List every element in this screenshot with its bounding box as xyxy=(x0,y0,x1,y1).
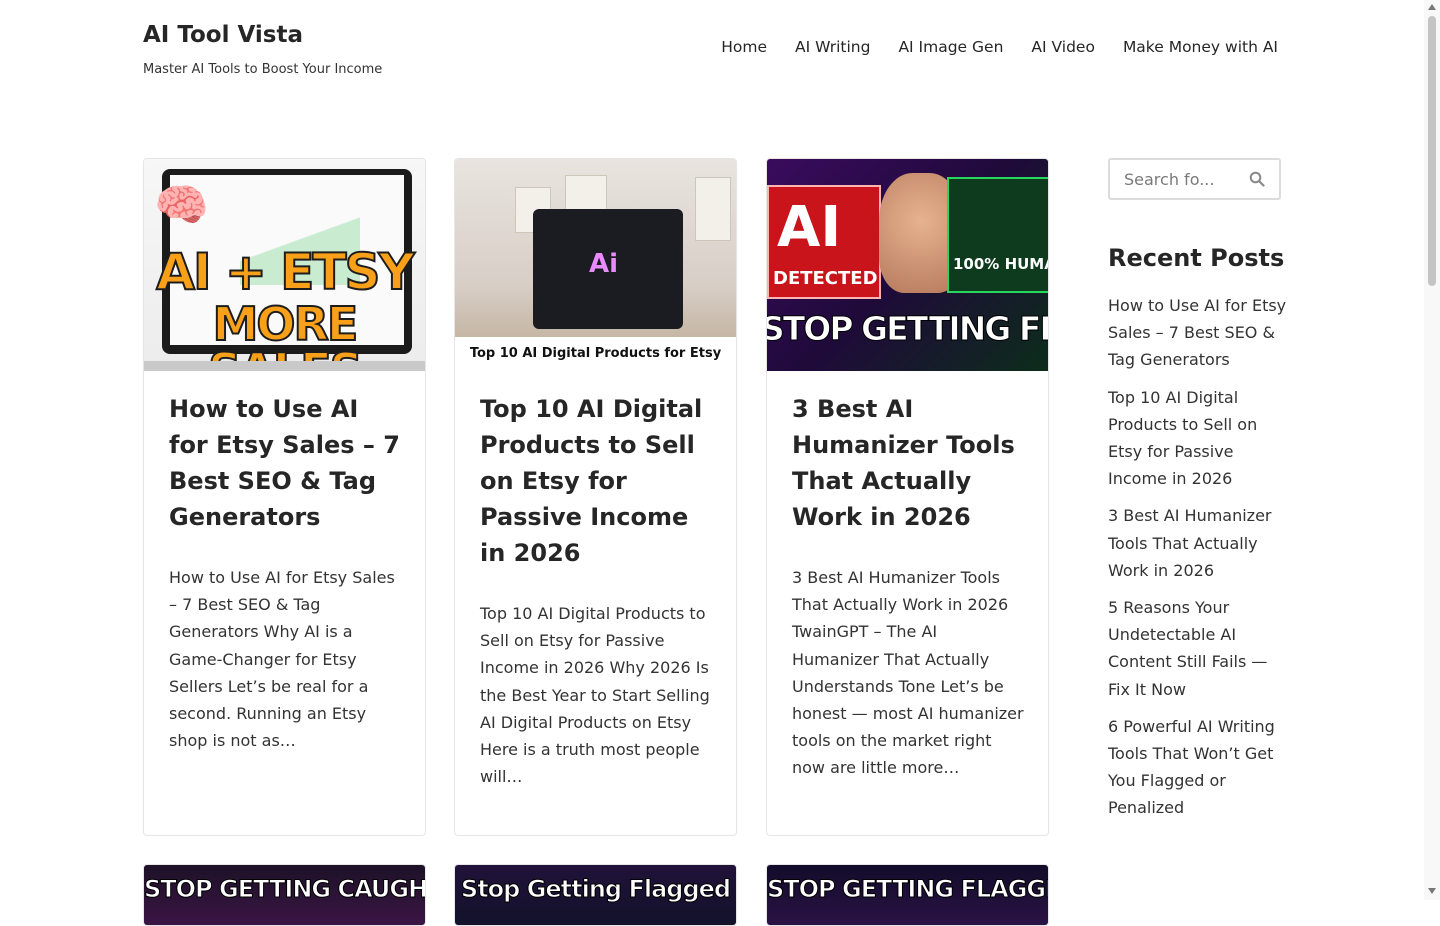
list-item: 6 Powerful AI Writing Tools That Won’t G… xyxy=(1108,713,1288,822)
recent-posts-list: How to Use AI for Etsy Sales – 7 Best SE… xyxy=(1108,292,1288,832)
brain-icon: 🧠 xyxy=(154,180,209,231)
post-thumbnail[interactable]: STOP GETTING CAUGHT xyxy=(144,865,425,925)
post-title[interactable]: 3 Best AI Humanizer Tools That Actually … xyxy=(792,391,1028,535)
search-input[interactable] xyxy=(1122,169,1251,190)
scroll-up-arrow-icon[interactable] xyxy=(1428,4,1436,10)
nav-item-ai-video[interactable]: AI Video xyxy=(1031,38,1095,56)
recent-post-link[interactable]: 6 Powerful AI Writing Tools That Won’t G… xyxy=(1108,717,1275,818)
thumb-caption: Top 10 AI Digital Products for Etsy 2026 xyxy=(455,337,736,371)
laptop-graphic: Ai xyxy=(533,209,683,329)
recent-post-link[interactable]: How to Use AI for Etsy Sales – 7 Best SE… xyxy=(1108,296,1286,369)
laptop-base xyxy=(144,361,425,371)
thumb-caption: STOP GETTING CAUGHT xyxy=(144,875,425,904)
primary-nav: Home AI Writing AI Image Gen AI Video Ma… xyxy=(721,38,1278,56)
nav-item-ai-writing[interactable]: AI Writing xyxy=(795,38,870,56)
post-thumbnail[interactable]: Stop Getting Flagged xyxy=(455,865,736,925)
scrollbar-thumb[interactable] xyxy=(1428,16,1436,286)
detected-label: DETECTED xyxy=(773,268,878,289)
wall-art xyxy=(695,177,731,241)
thumb-caption: STOP GETTING FLAGGED xyxy=(767,309,1048,349)
thumb-caption: Stop Getting Flagged xyxy=(460,875,731,904)
search-icon[interactable] xyxy=(1249,171,1265,187)
post-title[interactable]: Top 10 AI Digital Products to Sell on Et… xyxy=(480,391,716,571)
recent-post-link[interactable]: Top 10 AI Digital Products to Sell on Et… xyxy=(1108,388,1257,489)
ai-detected-badge: AI DETECTED xyxy=(767,185,881,299)
page-scrollbar[interactable] xyxy=(1424,0,1440,900)
post-card: Ai Top 10 AI Digital Products for Etsy 2… xyxy=(454,158,737,836)
list-item: How to Use AI for Etsy Sales – 7 Best SE… xyxy=(1108,292,1288,374)
human-score-panel: 100% HUMAN xyxy=(947,177,1048,293)
post-card: STOP GETTING FLAGGED! xyxy=(766,864,1049,926)
list-item: Top 10 AI Digital Products to Sell on Et… xyxy=(1108,384,1288,493)
recent-post-link[interactable]: 5 Reasons Your Undetectable AI Content S… xyxy=(1108,598,1267,699)
ai-logo: Ai xyxy=(589,249,619,279)
site-title[interactable]: AI Tool Vista xyxy=(143,22,303,48)
post-card: 🧠 AI + ETSY MORE SALES How to Use AI for… xyxy=(143,158,426,836)
recent-post-link[interactable]: 3 Best AI Humanizer Tools That Actually … xyxy=(1108,506,1272,579)
post-title[interactable]: How to Use AI for Etsy Sales – 7 Best SE… xyxy=(169,391,405,535)
post-thumbnail[interactable]: AI DETECTED 100% HUMAN STOP GETTING FLAG… xyxy=(767,159,1048,371)
post-card: AI DETECTED 100% HUMAN STOP GETTING FLAG… xyxy=(766,158,1049,836)
post-thumbnail[interactable]: 🧠 AI + ETSY MORE SALES xyxy=(144,159,425,371)
recent-posts-heading: Recent Posts xyxy=(1108,244,1285,272)
post-thumbnail[interactable]: STOP GETTING FLAGGED! xyxy=(767,865,1048,925)
post-excerpt: Top 10 AI Digital Products to Sell on Et… xyxy=(480,604,710,787)
site-tagline: Master AI Tools to Boost Your Income xyxy=(143,62,383,77)
scroll-down-arrow-icon[interactable] xyxy=(1428,888,1436,894)
post-card: Stop Getting Flagged xyxy=(454,864,737,926)
nav-item-ai-image-gen[interactable]: AI Image Gen xyxy=(898,38,1003,56)
thumb-caption: STOP GETTING FLAGGED! xyxy=(767,875,1048,904)
list-item: 5 Reasons Your Undetectable AI Content S… xyxy=(1108,594,1288,703)
thumb-headline: AI + ETSY xyxy=(155,243,416,301)
nav-item-make-money[interactable]: Make Money with AI xyxy=(1123,38,1278,56)
human-score-label: 100% HUMAN xyxy=(953,255,1048,273)
nav-item-home[interactable]: Home xyxy=(721,38,767,56)
post-card: STOP GETTING CAUGHT xyxy=(143,864,426,926)
post-excerpt: 3 Best AI Humanizer Tools That Actually … xyxy=(792,568,1024,778)
post-thumbnail[interactable]: Ai Top 10 AI Digital Products for Etsy 2… xyxy=(455,159,736,371)
post-excerpt: How to Use AI for Etsy Sales – 7 Best SE… xyxy=(169,568,395,751)
list-item: 3 Best AI Humanizer Tools That Actually … xyxy=(1108,502,1288,584)
search-box xyxy=(1108,158,1281,200)
ai-label: AI xyxy=(777,195,842,260)
